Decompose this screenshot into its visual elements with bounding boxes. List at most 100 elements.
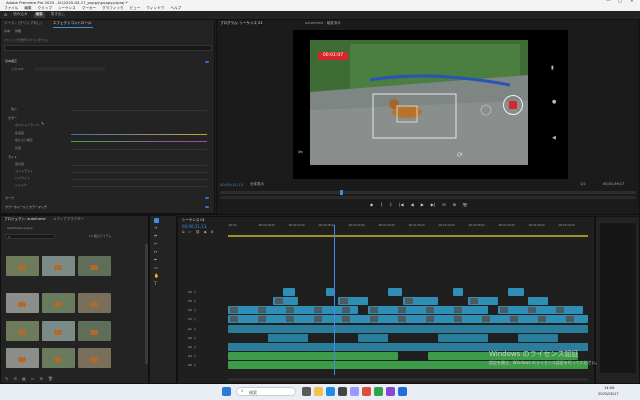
section-curves[interactable]: カーブ: [5, 197, 14, 200]
program-header-tab[interactable]: autoframe - 編集済み: [305, 21, 341, 26]
track-header[interactable]: V3 ▯: [178, 297, 226, 305]
record-button[interactable]: [503, 95, 523, 115]
section-basic-correction[interactable]: 基本補正: [5, 60, 17, 63]
slip-tool-icon[interactable]: ↔: [154, 250, 157, 254]
track-lock-icon[interactable]: ▯: [194, 354, 196, 358]
write-protect-icon[interactable]: ✎: [5, 376, 8, 381]
track-header[interactable]: A3 ▯: [178, 343, 226, 351]
timeline-scrollbar[interactable]: [228, 378, 588, 381]
program-playhead[interactable]: [340, 190, 343, 195]
tint-slider[interactable]: [71, 141, 207, 142]
tab-detail[interactable]: 詳細: [15, 30, 21, 33]
menu-sequence[interactable]: シーケンス: [58, 6, 76, 11]
track-lock-icon[interactable]: ▯: [194, 290, 196, 294]
project-clip-thumbnail[interactable]: 20250516_145418: [6, 293, 39, 313]
taskbar-search[interactable]: ⌕ 検索: [236, 387, 296, 396]
audio-clip[interactable]: [358, 334, 388, 342]
project-clip-thumbnail[interactable]: 20250516_150733: [78, 321, 111, 341]
tab-source[interactable]: ソース：(クリップなし): [4, 21, 42, 26]
audio-clip[interactable]: [228, 325, 588, 333]
track-lock-icon[interactable]: ▯: [194, 327, 196, 331]
section-color[interactable]: カラー: [8, 117, 17, 120]
track-header[interactable]: A5 ▯: [178, 361, 226, 369]
app-icon-red[interactable]: [362, 387, 371, 396]
list-view-icon[interactable]: ☰: [13, 376, 17, 381]
video-clip[interactable]: [453, 288, 463, 296]
project-clip-thumbnail[interactable]: 20250516_150445: [6, 321, 39, 341]
temperature-slider[interactable]: [71, 134, 207, 135]
tab-sequence[interactable]: シーケンス 01: [182, 218, 205, 223]
video-clip[interactable]: [228, 306, 358, 314]
track-lock-icon[interactable]: ▯: [194, 308, 196, 312]
step-back-icon[interactable]: ◀: [411, 203, 414, 207]
menu-graphics[interactable]: グラフィック: [102, 6, 124, 11]
track-lock-icon[interactable]: ▯: [194, 336, 196, 340]
timeline-settings-icon[interactable]: ⚙: [211, 230, 214, 235]
track-header[interactable]: V4 ▯: [178, 288, 226, 296]
edge-icon[interactable]: [326, 387, 335, 396]
app-icon-green[interactable]: [374, 387, 383, 396]
menu-help[interactable]: ヘルプ: [170, 6, 181, 11]
menu-view[interactable]: ビュー: [130, 6, 141, 11]
tab-project[interactable]: プロジェクト: autoframe: [4, 217, 46, 222]
home-icon[interactable]: ⌂: [4, 12, 7, 18]
new-bin-icon[interactable]: ▭: [31, 376, 35, 381]
program-timecode[interactable]: 00;00;11;13: [220, 183, 243, 187]
video-clip[interactable]: [468, 297, 498, 305]
go-to-out-icon[interactable]: ▶|: [431, 203, 435, 207]
play-icon[interactable]: ▶: [421, 203, 424, 207]
project-clip-thumbnail[interactable]: 20250516_151512: [78, 348, 111, 368]
curves-toggle[interactable]: [205, 196, 209, 200]
project-scrollbar[interactable]: [145, 244, 148, 364]
pen-tool-icon[interactable]: ✒: [154, 258, 157, 262]
project-clip-thumbnail[interactable]: 20250516_151300: [42, 348, 75, 368]
track-header[interactable]: V1 ▯: [178, 315, 226, 323]
section-light[interactable]: ライト: [8, 156, 17, 159]
basic-correction-toggle[interactable]: [205, 60, 209, 64]
premiere-pro-icon[interactable]: [350, 387, 359, 396]
project-clip-thumbnail[interactable]: 20250516_150610: [42, 321, 75, 341]
shadows-slider[interactable]: [71, 186, 207, 187]
track-header[interactable]: A2 ▯: [178, 334, 226, 342]
video-clip[interactable]: [528, 297, 548, 305]
video-clip[interactable]: [273, 297, 298, 305]
color-wheels-toggle[interactable]: [205, 205, 209, 209]
menu-file[interactable]: ファイル: [4, 6, 18, 11]
close-icon[interactable]: ✕: [630, 0, 634, 5]
type-tool-icon[interactable]: T: [154, 282, 156, 286]
menu-clip[interactable]: クリップ: [38, 6, 52, 11]
go-to-in-icon[interactable]: |◀: [399, 203, 403, 207]
contrast-slider[interactable]: [71, 172, 207, 173]
track-header[interactable]: V2 ▯: [178, 306, 226, 314]
trash-icon[interactable]: 🗑: [48, 376, 53, 381]
intensity-slider[interactable]: [71, 110, 207, 111]
fit-dropdown[interactable]: 全体表示: [250, 182, 264, 187]
add-marker-icon[interactable]: ◆: [204, 230, 207, 235]
audio-clip[interactable]: [518, 334, 558, 342]
section-color-wheels[interactable]: カラーホイールとカラーマッチ: [5, 206, 47, 209]
add-marker-icon[interactable]: ◆: [370, 203, 373, 207]
app-icon-blue[interactable]: [398, 387, 407, 396]
highlights-slider[interactable]: [71, 179, 207, 180]
program-scrub-bar[interactable]: [220, 191, 636, 194]
video-clip[interactable]: [403, 297, 438, 305]
camera-switch-icon[interactable]: ⟳: [457, 152, 463, 159]
minimize-icon[interactable]: —: [606, 0, 611, 5]
timeline-playhead[interactable]: [334, 225, 335, 375]
rectangle-tool-icon[interactable]: ▭: [154, 266, 158, 270]
store-icon[interactable]: [338, 387, 347, 396]
video-clip[interactable]: [508, 288, 524, 296]
track-lock-icon[interactable]: ▯: [194, 299, 196, 303]
workspace-import[interactable]: 読み込み: [11, 12, 29, 18]
ripple-edit-tool-icon[interactable]: ⇹: [154, 234, 157, 238]
menu-window[interactable]: ウィンドウ: [146, 6, 164, 11]
video-clip[interactable]: [338, 297, 368, 305]
mark-out-icon[interactable]: }: [390, 203, 393, 207]
snap-icon[interactable]: ⊂: [189, 230, 192, 235]
clock-time[interactable]: 14:06: [604, 386, 614, 391]
project-clip-thumbnail[interactable]: 20250516_150022: [42, 293, 75, 313]
input-lut-dropdown[interactable]: [35, 67, 105, 71]
file-explorer-icon[interactable]: [314, 387, 323, 396]
project-clip-thumbnail[interactable]: 20250516_145209: [78, 256, 111, 276]
phone-menu-icon[interactable]: ▮: [551, 66, 554, 71]
